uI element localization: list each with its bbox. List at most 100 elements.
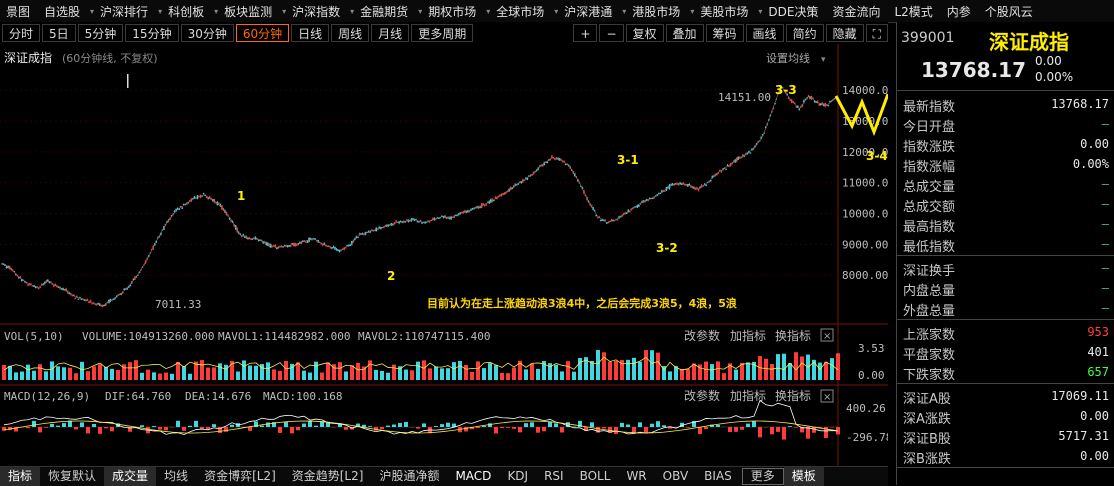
candle-body <box>272 246 274 247</box>
vol-close-glyph: × <box>823 331 831 342</box>
macd-edit-params-button[interactable]: 改参数 <box>684 388 720 403</box>
macd-bar <box>32 421 36 427</box>
volume-bar <box>50 361 54 380</box>
tab-5[interactable]: 资金趋势[L2] <box>284 467 372 486</box>
tab-1[interactable]: 恢复默认 <box>40 467 104 486</box>
tab-14[interactable]: 更多 <box>742 468 784 485</box>
menu-item-6[interactable]: 金融期货 <box>354 3 416 20</box>
macd-bar <box>62 423 66 427</box>
candle-body <box>241 236 243 237</box>
period-button-3[interactable]: 15分钟 <box>125 24 178 42</box>
menu-item-2[interactable]: 沪深排行 <box>94 3 156 20</box>
tab-6[interactable]: 沪股通净额 <box>371 467 447 486</box>
tab-15[interactable]: 模板 <box>784 467 824 486</box>
macd-bar <box>482 426 486 427</box>
period-button-5[interactable]: 60分钟 <box>236 24 289 42</box>
macd-bar <box>260 426 264 427</box>
menu-item-7[interactable]: 期权市场 <box>422 3 484 20</box>
period-button-0[interactable]: 分时 <box>2 24 40 42</box>
candle-body <box>78 299 80 300</box>
volume-bar <box>560 371 564 380</box>
menu-item-15[interactable]: 内参 <box>941 3 979 20</box>
period-button-2[interactable]: 5分钟 <box>78 24 124 42</box>
menu-item-8[interactable]: 全球市场 <box>490 3 552 20</box>
volume-bar <box>56 366 60 380</box>
vol-volume-value: VOLUME:104913260.000 <box>82 330 214 343</box>
volume-bar <box>350 365 354 380</box>
high-price-label: 14151.00 <box>718 91 771 104</box>
menu-item-16[interactable]: 个股风云 <box>979 3 1041 20</box>
toolbar-button-0[interactable]: + <box>573 24 597 42</box>
menu-item-13[interactable]: 资金流向 <box>826 3 888 20</box>
period-button-4[interactable]: 30分钟 <box>181 24 234 42</box>
vol-edit-params-button[interactable]: 改参数 <box>684 328 720 343</box>
toolbar-button-1[interactable]: − <box>599 24 623 42</box>
quote-row: 指数涨跌0.00 <box>897 134 1114 154</box>
tab-10[interactable]: BOLL <box>572 467 619 486</box>
tab-12[interactable]: OBV <box>655 467 697 486</box>
vol-add-indicator-button[interactable]: 加指标 <box>730 328 766 343</box>
fullscreen-icon[interactable]: ⛶ <box>866 24 888 42</box>
quote-row: 最新指数13768.17 <box>897 94 1114 114</box>
toolbar-button-5[interactable]: 画线 <box>746 24 784 42</box>
tab-8[interactable]: KDJ <box>499 467 536 486</box>
menu-item-5[interactable]: 沪深指数 <box>286 3 348 20</box>
volume-bar <box>116 370 120 380</box>
y-tick-label: 11000.00 <box>842 177 888 190</box>
period-button-6[interactable]: 日线 <box>291 24 329 42</box>
macd-bar <box>176 421 180 427</box>
volume-bar <box>104 367 108 380</box>
volume-bar <box>710 364 714 380</box>
quote-row: 深证换手— <box>897 258 1114 278</box>
menu-item-14[interactable]: L2模式 <box>888 3 940 20</box>
wave-label: 3-2 <box>656 241 678 255</box>
candle-body <box>291 243 293 244</box>
volume-bar <box>92 366 96 380</box>
tab-3[interactable]: 均线 <box>156 467 196 486</box>
volume-bar <box>830 358 834 380</box>
macd-switch-indicator-button[interactable]: 换指标 <box>775 388 811 403</box>
period-button-1[interactable]: 5日 <box>42 24 76 42</box>
menu-item-1[interactable]: 自选股 <box>38 3 88 20</box>
period-button-7[interactable]: 周线 <box>331 24 369 42</box>
volume-bar <box>446 368 450 380</box>
menu-item-9[interactable]: 沪深港通 <box>558 3 620 20</box>
menu-item-11[interactable]: 美股市场 <box>694 3 756 20</box>
menu-item-10[interactable]: 港股市场 <box>626 3 688 20</box>
macd-bar <box>416 427 420 429</box>
tab-4[interactable]: 资金博弈[L2] <box>196 467 284 486</box>
macd-bar <box>110 427 114 431</box>
menu-item-3[interactable]: 科创板 <box>162 3 212 20</box>
chart-area[interactable]: 深证成指 (60分钟线, 不复权) 设置均线 ▾ 14000.0013000.0… <box>0 44 888 466</box>
quote-label: 指数涨幅 <box>903 156 955 175</box>
candle-body <box>750 152 752 153</box>
candle-body <box>1 264 3 265</box>
macd-bar <box>602 427 606 428</box>
tab-7[interactable]: MACD <box>447 467 499 486</box>
tab-9[interactable]: RSI <box>536 467 572 486</box>
wave-label: 1 <box>237 189 245 203</box>
menu-item-4[interactable]: 板块监测 <box>218 3 280 20</box>
period-button-9[interactable]: 更多周期 <box>411 24 473 42</box>
volume-bar <box>440 368 444 380</box>
menu-item-0[interactable]: 景图 <box>0 3 38 20</box>
quote-value: — <box>1102 301 1109 315</box>
menu-item-12[interactable]: DDE决策 <box>762 3 826 20</box>
macd-bar <box>26 427 30 428</box>
toolbar-button-6[interactable]: 简约 <box>786 24 824 42</box>
vol-switch-indicator-button[interactable]: 换指标 <box>775 328 811 343</box>
volume-bar <box>776 354 780 380</box>
tab-11[interactable]: WR <box>618 467 654 486</box>
ma-setting-button[interactable]: 设置均线 <box>766 51 810 65</box>
tab-0[interactable]: 指标 <box>0 467 40 486</box>
tab-2[interactable]: 成交量 <box>104 467 156 486</box>
volume-bar <box>452 362 456 380</box>
macd-bar <box>656 421 660 427</box>
toolbar-button-7[interactable]: 隐藏 <box>826 24 864 42</box>
toolbar-button-2[interactable]: 复权 <box>626 24 664 42</box>
tab-13[interactable]: BIAS <box>696 467 740 486</box>
period-button-8[interactable]: 月线 <box>371 24 409 42</box>
toolbar-button-3[interactable]: 叠加 <box>666 24 704 42</box>
toolbar-button-4[interactable]: 筹码 <box>706 24 744 42</box>
volume-bar <box>836 353 840 380</box>
